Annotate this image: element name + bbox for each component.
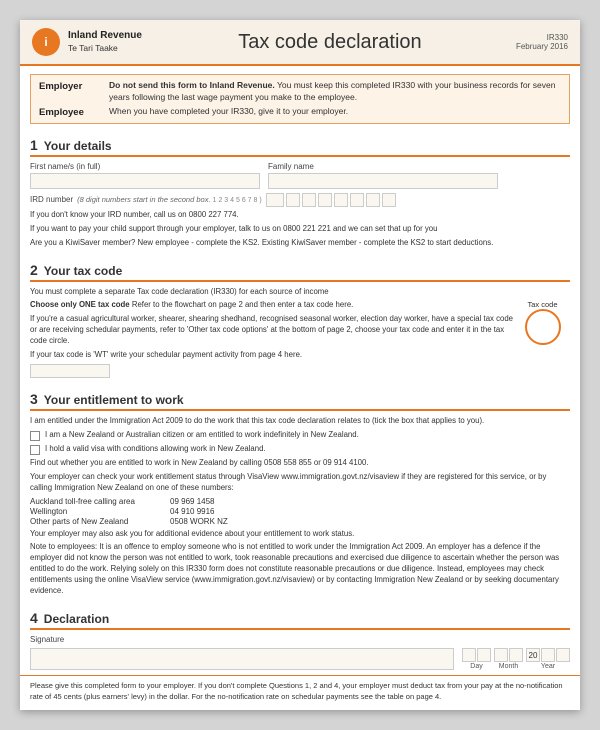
section-2: 2 Your tax code You must complete a sepa… (20, 257, 580, 386)
year-box-1[interactable] (541, 648, 555, 662)
section3-intro: I am entitled under the Immigration Act … (30, 416, 570, 427)
employer-ask-text: Your employer may also ask you for addit… (30, 529, 570, 540)
child-support-text: If you want to pay your child support th… (30, 224, 570, 235)
note-text: Note to employees: It is an offence to e… (30, 542, 570, 597)
date-boxes: Day Month 20 Year (462, 648, 570, 670)
ird-box-3[interactable] (318, 193, 332, 207)
month-box-2[interactable] (509, 648, 523, 662)
section-1-header: 1 Your details (30, 137, 570, 157)
page-header: i Inland Revenue Te Tari Taake Tax code … (20, 20, 580, 66)
ird-box-7[interactable] (382, 193, 396, 207)
page-title: Tax code declaration (152, 31, 508, 54)
phone-table: Auckland toll-free calling area 09 969 1… (30, 497, 570, 526)
day-box-2[interactable] (477, 648, 491, 662)
section-3: 3 Your entitlement to work I am entitled… (20, 386, 580, 605)
year-group: 20 Year (526, 648, 570, 670)
employee-label: Employee (39, 106, 109, 118)
employer-label: Employer (39, 80, 109, 104)
ird-boxes (266, 193, 396, 207)
header-ref: IR330 February 2016 (508, 33, 568, 51)
family-name-group: Family name (268, 162, 498, 189)
taxcode-content: Choose only ONE tax code Refer to the fl… (30, 300, 515, 381)
section2-intro: You must complete a separate Tax code de… (30, 287, 570, 298)
year-box-2[interactable] (556, 648, 570, 662)
taxcode-circle-area: Tax code (515, 300, 570, 348)
signature-input[interactable] (30, 648, 454, 670)
first-name-input[interactable] (30, 173, 260, 189)
casual-text: If you're a casual agricultural worker, … (30, 314, 515, 347)
logo-text: Inland Revenue Te Tari Taake (68, 29, 142, 55)
notice-area: Employer Do not send this form to Inland… (30, 74, 570, 124)
year-field: 20 (526, 648, 570, 662)
ird-box-2[interactable] (302, 193, 316, 207)
page: i Inland Revenue Te Tari Taake Tax code … (20, 20, 580, 710)
declaration-row: Day Month 20 Year (30, 648, 570, 670)
section-4: 4 Declaration Signature Day (20, 605, 580, 675)
taxcode-flex: Choose only ONE tax code Refer to the fl… (30, 300, 570, 381)
ird-box-1[interactable] (286, 193, 300, 207)
checkbox-2[interactable] (30, 445, 40, 455)
section-2-header: 2 Your tax code (30, 262, 570, 282)
phone-other: Other parts of New Zealand 0508 WORK NZ (30, 517, 570, 526)
ird-box-5[interactable] (350, 193, 364, 207)
checkbox-1[interactable] (30, 431, 40, 441)
ird-box-0[interactable] (266, 193, 284, 207)
month-field (494, 648, 523, 662)
employer-notice: Do not send this form to Inland Revenue.… (109, 80, 561, 104)
month-group: Month (494, 648, 523, 670)
kiwisaver-text: Are you a KiwiSaver member? New employee… (30, 238, 570, 249)
name-row: First name/s (in full) Family name (30, 162, 570, 189)
section-4-header: 4 Declaration (30, 610, 570, 630)
ird-row: IRD number (8 digit numbers start in the… (30, 193, 570, 207)
section-3-header: 3 Your entitlement to work (30, 391, 570, 411)
day-box-1[interactable] (462, 648, 476, 662)
year-prefill: 20 (526, 648, 540, 662)
taxcode-circle[interactable] (525, 309, 561, 345)
section-1: 1 Your details First name/s (in full) Fa… (20, 132, 580, 257)
checkbox-row-1: I am a New Zealand or Australian citizen… (30, 430, 570, 441)
ird-box-4[interactable] (334, 193, 348, 207)
logo-icon: i (32, 28, 60, 56)
footer-text: Please give this completed form to your … (20, 675, 580, 710)
family-name-input[interactable] (268, 173, 498, 189)
find-text: Find out whether you are entitled to wor… (30, 458, 570, 469)
day-field (462, 648, 491, 662)
wt-text: If your tax code is 'WT' write your sche… (30, 350, 515, 378)
employee-notice: When you have completed your IR330, give… (109, 106, 561, 118)
wt-input[interactable] (30, 364, 110, 378)
first-name-group: First name/s (in full) (30, 162, 260, 189)
phone-wellington: Wellington 04 910 9916 (30, 507, 570, 516)
visaview-text: Your employer can check your work entitl… (30, 472, 570, 494)
logo-area: i Inland Revenue Te Tari Taake (32, 28, 142, 56)
checkbox-row-2: I hold a valid visa with conditions allo… (30, 444, 570, 455)
day-group: Day (462, 648, 491, 670)
phone-auckland: Auckland toll-free calling area 09 969 1… (30, 497, 570, 506)
month-box-1[interactable] (494, 648, 508, 662)
ird-note: If you don't know your IRD number, call … (30, 210, 570, 221)
ird-box-6[interactable] (366, 193, 380, 207)
